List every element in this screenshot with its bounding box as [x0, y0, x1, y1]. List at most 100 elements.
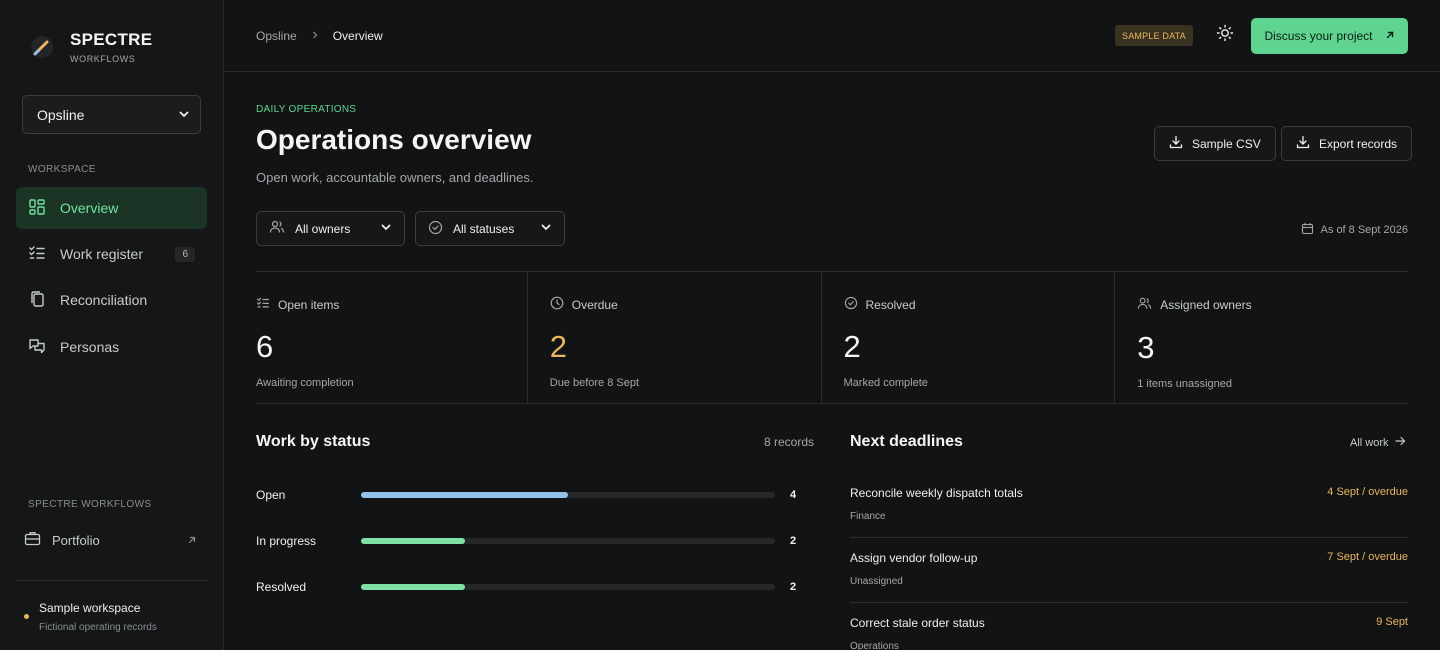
records-count: 8 records: [764, 435, 815, 449]
deadline-due: 4 Sept / overdue: [1327, 486, 1408, 498]
stat-overdue: Overdue 2 Due before 8 Sept: [528, 272, 822, 403]
stat-label: Overdue: [571, 297, 618, 312]
status-dot: [24, 614, 29, 619]
chevron-down-icon: [540, 221, 552, 236]
brand[interactable]: SPECTRE WORKFLOWS: [28, 30, 152, 64]
statuses-filter-value: All statuses: [453, 221, 515, 236]
check-circle-icon: [428, 220, 443, 238]
external-link-icon: [187, 533, 197, 548]
sample-data-badge: SAMPLE DATA: [1115, 25, 1193, 46]
workspace-select-value: Opsline: [37, 106, 85, 123]
deadline-title: Assign vendor follow-up: [850, 551, 978, 565]
deadline-row[interactable]: Assign vendor follow-up Unassigned 7 Sep…: [850, 538, 1408, 603]
stat-value: 6: [256, 329, 274, 364]
chevron-down-icon: [380, 221, 392, 236]
sample-workspace-info: Sample workspace Fictional operating rec…: [24, 601, 157, 633]
portfolio-link[interactable]: Portfolio: [24, 530, 197, 550]
status-bar-value: 2: [790, 581, 797, 593]
workspace-section-label: WORKSPACE: [28, 164, 96, 175]
breadcrumb: Opsline Overview: [256, 29, 383, 43]
status-bar-fill: [361, 492, 568, 498]
stat-open-items: Open items 6 Awaiting completion: [256, 272, 528, 403]
spectre-logo-icon: [28, 33, 56, 61]
stat-value: 3: [1137, 330, 1155, 365]
sidebar: SPECTRE WORKFLOWS Opsline WORKSPACE Over…: [0, 0, 224, 650]
deadline-title: Reconcile weekly dispatch totals: [850, 486, 1023, 500]
export-records-label: Export records: [1319, 136, 1398, 151]
stat-label: Open items: [278, 297, 340, 312]
main-content: Opsline Overview SAMPLE DATA Discuss you…: [224, 0, 1440, 650]
as-of-date: As of 8 Sept 2026: [1301, 222, 1408, 238]
stat-resolved: Resolved 2 Marked complete: [822, 272, 1116, 403]
stat-note: Due before 8 Sept: [549, 377, 640, 389]
all-work-link[interactable]: All work: [1350, 436, 1406, 449]
stat-note: 1 items unassigned: [1137, 378, 1233, 390]
stat-value: 2: [549, 329, 567, 364]
users-icon: [269, 219, 285, 238]
workspace-select[interactable]: Opsline: [22, 95, 201, 134]
status-bar-value: 2: [790, 535, 797, 547]
statuses-filter[interactable]: All statuses: [415, 211, 565, 246]
status-bar-fill: [361, 584, 465, 590]
stat-label: Assigned owners: [1160, 298, 1252, 312]
deadline-owner: Finance: [850, 511, 886, 522]
stat-note: Marked complete: [843, 377, 928, 389]
status-bar-row: In progress 2: [256, 533, 814, 549]
download-icon: [1296, 135, 1310, 152]
grid-icon: [28, 198, 46, 219]
owners-filter[interactable]: All owners: [256, 211, 405, 246]
cta-label: Discuss your project: [1264, 29, 1373, 43]
sample-csv-button[interactable]: Sample CSV: [1154, 126, 1276, 161]
export-records-button[interactable]: Export records: [1281, 126, 1413, 161]
briefcase-icon: [24, 530, 41, 550]
theme-toggle-button[interactable]: [1215, 24, 1235, 47]
status-bar-fill: [361, 538, 465, 544]
stat-assigned-owners: Assigned owners 3 1 items unassigned: [1115, 272, 1408, 403]
next-deadlines-title: Next deadlines: [850, 433, 963, 450]
sidebar-item-reconciliation[interactable]: Reconciliation: [16, 279, 207, 321]
all-work-label: All work: [1350, 436, 1389, 449]
sidebar-item-work-register[interactable]: Work register 6: [16, 233, 207, 275]
page-eyebrow: DAILY OPERATIONS: [256, 104, 357, 115]
users-icon: [1137, 296, 1152, 314]
breadcrumb-root[interactable]: Opsline: [256, 29, 297, 43]
work-register-count-badge: 6: [175, 246, 195, 262]
chevron-right-icon: [311, 29, 319, 43]
status-bar-track: [361, 538, 775, 544]
page-subtitle: Open work, accountable owners, and deadl…: [256, 170, 534, 185]
brand-sub: WORKFLOWS: [70, 54, 136, 64]
sun-icon: [1216, 24, 1234, 47]
sample-workspace-sub: Fictional operating records: [39, 622, 157, 633]
deadlines-list: Reconcile weekly dispatch totals Finance…: [850, 473, 1408, 650]
work-by-status-title: Work by status: [256, 433, 371, 450]
sidebar-item-label: Work register: [60, 246, 143, 262]
status-bar-track: [361, 492, 775, 498]
stat-value: 2: [843, 329, 861, 364]
status-bar-label: In progress: [256, 534, 317, 548]
sidebar-item-label: Personas: [60, 339, 120, 355]
sample-workspace-title: Sample workspace: [39, 601, 141, 615]
status-bar-row: Resolved 2: [256, 579, 814, 595]
status-bar-label: Open: [256, 488, 286, 502]
breadcrumb-current: Overview: [332, 29, 383, 43]
deadline-row[interactable]: Reconcile weekly dispatch totals Finance…: [850, 473, 1408, 538]
status-bar-label: Resolved: [256, 580, 307, 594]
stats-row: Open items 6 Awaiting completion Overdue…: [256, 271, 1408, 404]
clock-icon: [550, 296, 564, 313]
portfolio-label: Portfolio: [52, 532, 100, 548]
discuss-project-button[interactable]: Discuss your project: [1251, 18, 1408, 54]
deadline-owner: Unassigned: [850, 576, 903, 587]
stat-label: Resolved: [865, 297, 916, 312]
sidebar-divider: [16, 580, 207, 581]
as-of-text: As of 8 Sept 2026: [1320, 224, 1408, 236]
stat-note: Awaiting completion: [256, 377, 354, 389]
sidebar-item-personas[interactable]: Personas: [16, 326, 207, 368]
chat-icon: [28, 337, 46, 358]
arrow-up-right-icon: [1385, 29, 1395, 43]
copy-icon: [28, 290, 46, 311]
sidebar-item-overview[interactable]: Overview: [16, 187, 207, 229]
deadline-due: 7 Sept / overdue: [1327, 551, 1408, 563]
download-icon: [1169, 135, 1183, 152]
deadline-row[interactable]: Correct stale order status Operations 9 …: [850, 603, 1408, 650]
calendar-icon: [1301, 222, 1314, 238]
